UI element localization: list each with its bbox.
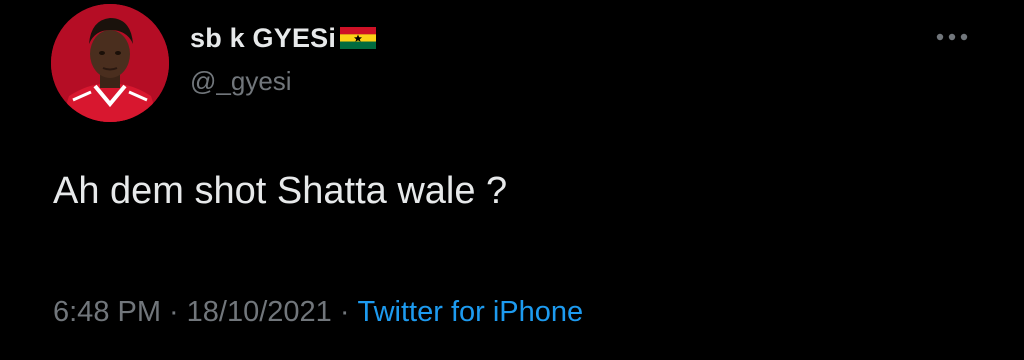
- avatar-image: [51, 4, 169, 122]
- author-handle[interactable]: @_gyesi: [190, 66, 292, 97]
- avatar[interactable]: [51, 4, 169, 122]
- tweet-time[interactable]: 6:48 PM: [53, 296, 161, 328]
- tweet-card: sb k GYESi @_gyesi Ah dem shot Shatta wa…: [0, 0, 1024, 360]
- meta-separator: ·: [339, 296, 350, 328]
- tweet-text: Ah dem shot Shatta wale ?: [53, 170, 508, 212]
- more-options-icon[interactable]: [930, 24, 974, 50]
- meta-separator: ·: [169, 296, 179, 328]
- display-name[interactable]: sb k GYESi: [190, 23, 336, 54]
- tweet-source-link[interactable]: Twitter for iPhone: [358, 296, 584, 328]
- author-name-row[interactable]: sb k GYESi: [190, 20, 377, 56]
- ghana-flag-icon: [340, 27, 377, 49]
- tweet-date[interactable]: 18/10/2021: [187, 296, 332, 328]
- tweet-meta: 6:48 PM · 18/10/2021 · Twitter for iPhone: [53, 296, 583, 329]
